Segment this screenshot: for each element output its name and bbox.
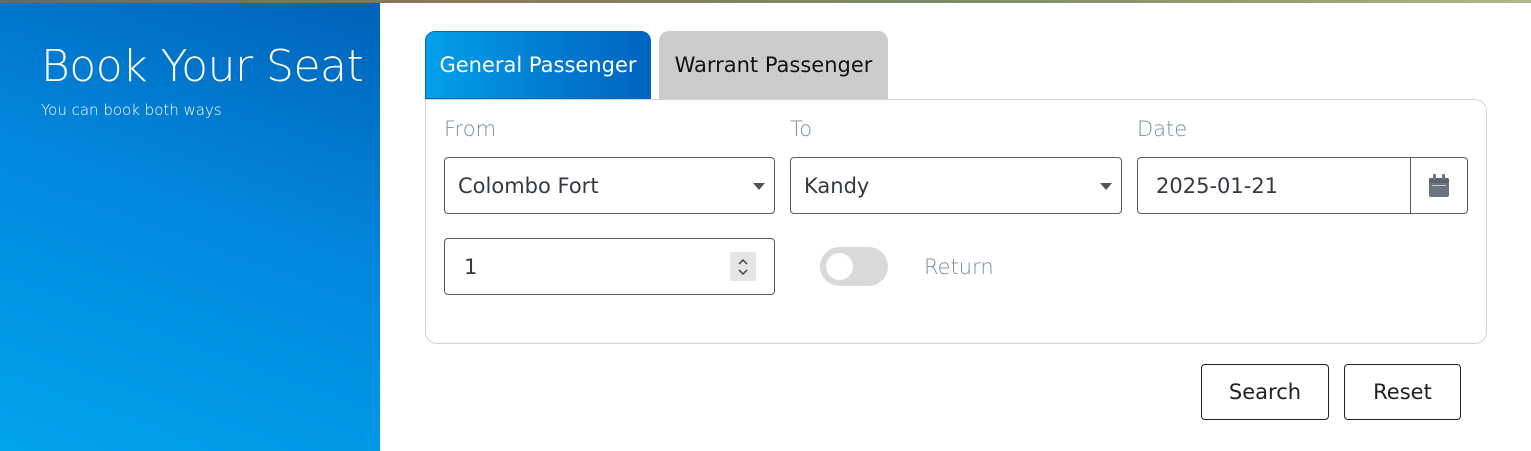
tab-warrant-passenger[interactable]: Warrant Passenger [659, 31, 888, 99]
search-button[interactable]: Search [1201, 364, 1329, 420]
date-label: Date [1137, 117, 1188, 141]
from-select[interactable]: Colombo Fort [444, 157, 775, 214]
date-picker-button[interactable] [1410, 158, 1467, 213]
hero-panel: Book Your Seat You can book both ways [0, 3, 380, 451]
date-input[interactable]: 2025-01-21 [1137, 157, 1468, 214]
chevron-down-icon [753, 182, 765, 190]
passenger-count-input[interactable]: 1 [444, 238, 775, 295]
chevron-down-icon [1100, 182, 1112, 190]
tab-general-passenger[interactable]: General Passenger [425, 31, 651, 99]
from-select-value: Colombo Fort [458, 173, 599, 198]
return-toggle[interactable] [820, 247, 888, 286]
page-subtitle: You can book both ways [41, 101, 222, 119]
to-select-value: Kandy [804, 173, 870, 198]
passenger-count-value: 1 [464, 254, 478, 279]
to-label: To [790, 117, 813, 141]
toggle-knob [826, 253, 853, 280]
page-title: Book Your Seat [41, 41, 364, 92]
from-label: From [444, 117, 497, 141]
spinner-arrows-icon[interactable] [730, 252, 756, 281]
date-input-value: 2025-01-21 [1156, 173, 1279, 198]
to-select[interactable]: Kandy [790, 157, 1122, 214]
reset-button[interactable]: Reset [1344, 364, 1461, 420]
return-label: Return [924, 255, 994, 279]
calendar-icon [1429, 173, 1449, 197]
booking-form-panel [425, 99, 1487, 344]
